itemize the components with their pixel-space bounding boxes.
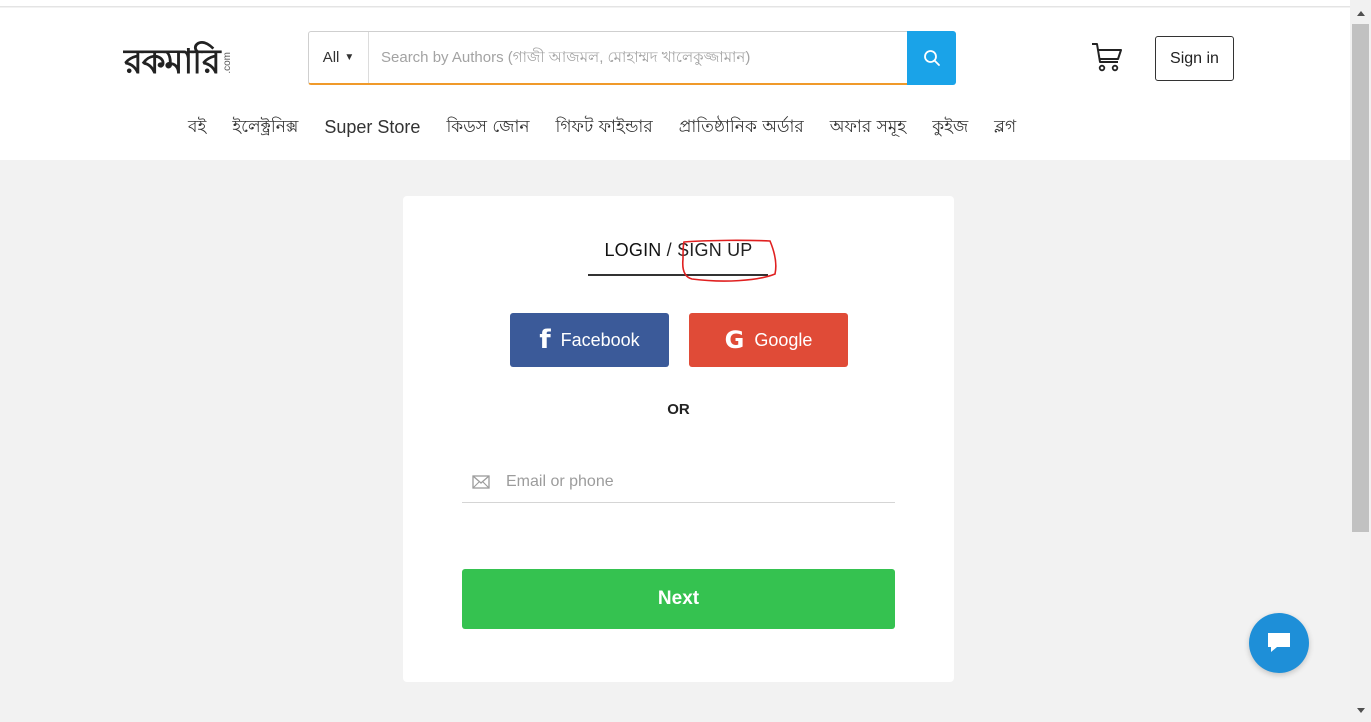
google-icon: G bbox=[724, 326, 745, 354]
scroll-thumb[interactable] bbox=[1352, 24, 1369, 532]
nav-item-books[interactable]: বই bbox=[175, 112, 219, 142]
red-annotation-circle bbox=[681, 239, 777, 282]
search-category-label: All bbox=[322, 49, 340, 66]
nav-item-kids-zone[interactable]: কিডস জোন bbox=[433, 112, 542, 142]
next-button[interactable]: Next bbox=[462, 569, 895, 629]
search-box: All ▼ bbox=[308, 31, 908, 85]
logo-text: রকমারি bbox=[124, 42, 221, 82]
nav-item-gift-finder[interactable]: গিফট ফাইন্ডার bbox=[543, 112, 666, 142]
chat-icon bbox=[1268, 633, 1290, 652]
facebook-login-button[interactable]: f Facebook bbox=[510, 313, 669, 367]
tab-login[interactable]: LOGIN bbox=[604, 240, 661, 260]
google-login-button[interactable]: G Google bbox=[689, 313, 848, 367]
nav-list: বই ইলেক্ট্রনিক্স Super Store কিডস জোন গি… bbox=[175, 112, 1029, 142]
site-header: রকমারি .com All ▼ Sign in বই bbox=[0, 8, 1350, 160]
mail-icon bbox=[472, 475, 492, 489]
vertical-scrollbar[interactable] bbox=[1350, 0, 1371, 722]
nav-item-super-store[interactable]: Super Store bbox=[311, 112, 433, 142]
search-category-select[interactable]: All ▼ bbox=[309, 32, 369, 83]
top-edge bbox=[0, 0, 1350, 7]
scroll-up-arrow-icon[interactable] bbox=[1350, 6, 1371, 20]
chat-button[interactable] bbox=[1249, 613, 1309, 673]
search-icon bbox=[923, 50, 940, 66]
or-divider: OR bbox=[667, 401, 690, 418]
search-input[interactable] bbox=[369, 32, 907, 83]
site-logo[interactable]: রকমারি .com bbox=[124, 38, 233, 82]
login-card: LOGIN / SIGN UP f Facebook G Google OR N… bbox=[403, 196, 954, 682]
cart-icon bbox=[1092, 43, 1122, 72]
facebook-label: Facebook bbox=[560, 329, 640, 350]
search-bar: All ▼ bbox=[308, 31, 956, 85]
caret-down-icon: ▼ bbox=[344, 52, 355, 63]
nav-item-quiz[interactable]: কুইজ bbox=[919, 112, 981, 142]
nav-item-offers[interactable]: অফার সমূহ bbox=[817, 112, 919, 142]
facebook-icon: f bbox=[539, 325, 551, 355]
email-input[interactable] bbox=[506, 473, 895, 491]
nav-item-blog[interactable]: ব্লগ bbox=[981, 112, 1029, 142]
nav-item-electronics[interactable]: ইলেক্ট্রনিক্স bbox=[219, 112, 311, 142]
nav-item-corporate-order[interactable]: প্রাতিষ্ঠানিক অর্ডার bbox=[666, 112, 817, 142]
scroll-down-arrow-icon[interactable] bbox=[1350, 704, 1371, 718]
logo-suffix: .com bbox=[221, 52, 233, 74]
search-button[interactable] bbox=[907, 31, 956, 85]
cart-button[interactable] bbox=[1090, 40, 1124, 74]
tab-separator: / bbox=[661, 240, 678, 260]
sign-in-button[interactable]: Sign in bbox=[1155, 36, 1234, 81]
email-field bbox=[462, 462, 895, 503]
main-nav: বই ইলেক্ট্রনিক্স Super Store কিডস জোন গি… bbox=[0, 112, 1350, 142]
google-label: Google bbox=[754, 329, 813, 350]
